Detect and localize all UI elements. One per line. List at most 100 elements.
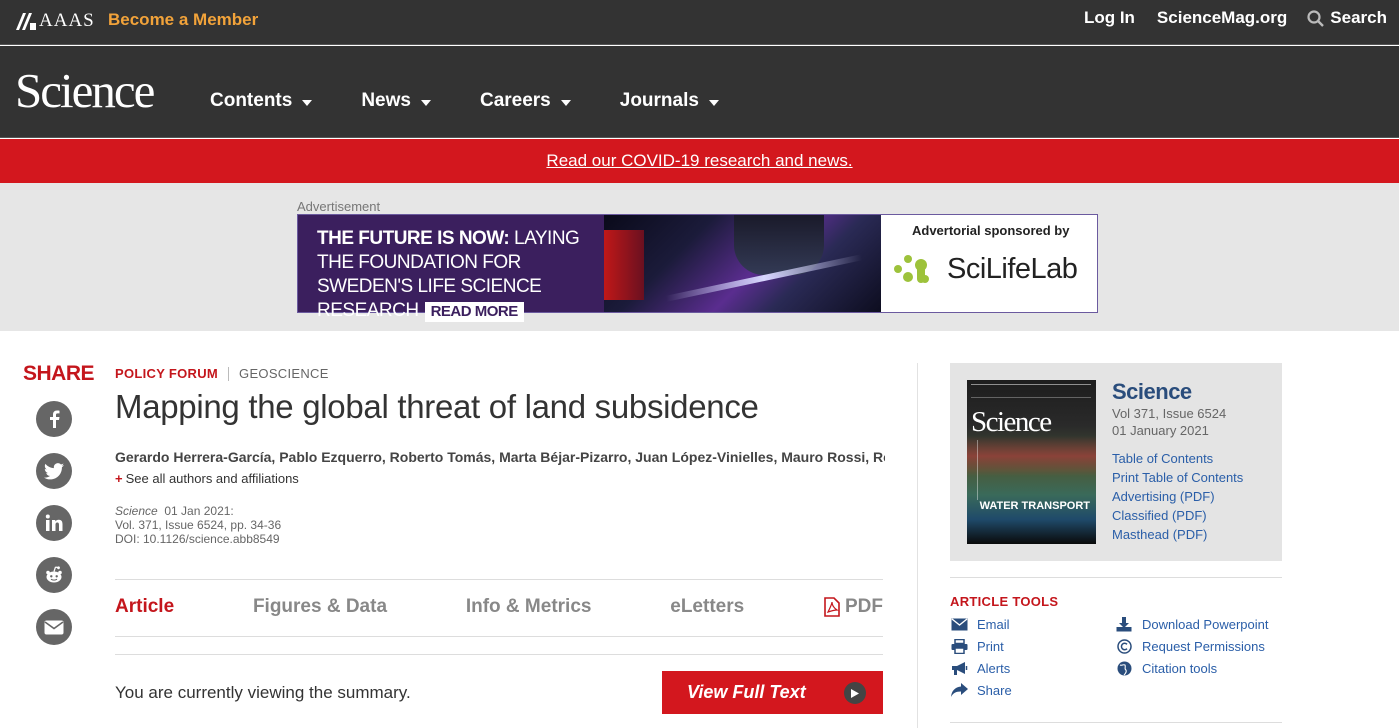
- tabs-divider-top: [115, 579, 883, 580]
- top-right-links: Log In ScienceMag.org Search: [1062, 8, 1387, 28]
- issue-journal-name[interactable]: Science: [1112, 379, 1192, 404]
- copyright-icon: [1115, 638, 1133, 654]
- tool-print-label: Print: [977, 638, 1004, 654]
- search-button[interactable]: Search: [1307, 8, 1387, 28]
- aaas-text: AAAS: [39, 10, 95, 31]
- citation-volume: Vol. 371, Issue 6524, pp. 34-36: [115, 518, 282, 532]
- tool-alerts[interactable]: Alerts: [950, 660, 1010, 676]
- category-divider: [228, 366, 230, 381]
- cover-headline: WATER TRANSPORT: [979, 500, 1090, 512]
- cover-title: Science: [971, 406, 1052, 438]
- article-tools-title: ARTICLE TOOLS: [950, 594, 1059, 609]
- tool-email-label: Email: [977, 616, 1010, 632]
- see-all-authors-link[interactable]: + See all authors and affiliations: [115, 471, 299, 486]
- tool-print[interactable]: Print: [950, 638, 1004, 654]
- aaas-logo[interactable]: AAAS: [16, 10, 95, 32]
- sciencemag-link[interactable]: ScienceMag.org: [1157, 8, 1287, 28]
- plus-icon: +: [115, 471, 123, 486]
- megaphone-icon: [950, 660, 968, 676]
- download-icon: [1115, 616, 1133, 632]
- share-facebook-button[interactable]: [36, 401, 72, 437]
- view-full-text-button[interactable]: View Full Text: [662, 671, 883, 714]
- become-member-link[interactable]: Become a Member: [108, 10, 258, 30]
- linkedin-icon: [45, 514, 63, 531]
- share-linkedin-button[interactable]: [36, 505, 72, 541]
- view-full-text-label: View Full Text: [687, 682, 806, 702]
- citation-doi: DOI: 10.1126/science.abb8549: [115, 532, 280, 546]
- tool-request-permissions[interactable]: Request Permissions: [1115, 638, 1265, 654]
- ad-read-more[interactable]: READ MORE: [424, 302, 524, 322]
- science-logo[interactable]: Science: [15, 66, 155, 115]
- article-category: POLICY FORUM GEOSCIENCE: [115, 366, 329, 381]
- column-divider: [917, 363, 918, 728]
- tab-figures-data[interactable]: Figures & Data: [253, 596, 387, 618]
- category-geoscience[interactable]: GEOSCIENCE: [239, 366, 329, 381]
- tool-download-powerpoint[interactable]: Download Powerpoint: [1115, 616, 1268, 632]
- tool-alerts-label: Alerts: [977, 660, 1011, 676]
- pdf-icon: [824, 597, 840, 617]
- tool-email[interactable]: Email: [950, 616, 1010, 632]
- issue-link-advertising[interactable]: Advertising (PDF): [1112, 487, 1243, 506]
- issue-link-classified[interactable]: Classified (PDF): [1112, 506, 1243, 525]
- tool-share-label: Share: [977, 682, 1012, 698]
- nav-contents-label: Contents: [210, 90, 293, 111]
- issue-date: 01 January 2021: [1112, 423, 1209, 438]
- tabs-divider-bottom: [115, 636, 883, 637]
- nav-careers[interactable]: Careers: [480, 90, 571, 112]
- ad-banner[interactable]: THE FUTURE IS NOW: LAYING THE FOUNDATION…: [297, 214, 1098, 322]
- issue-volume: Vol 371, Issue 6524: [1112, 406, 1227, 421]
- scilifelab-name: SciLifeLab: [947, 252, 1078, 285]
- aaas-mark-icon: [16, 12, 36, 30]
- ad-sponsor-text: Advertorial sponsored by: [912, 223, 1070, 238]
- ad-sponsor-panel: Advertorial sponsored by SciLifeLab: [881, 215, 1097, 312]
- sidebar-divider: [950, 577, 1282, 578]
- tool-share[interactable]: Share: [950, 682, 1012, 698]
- globe-icon: [1115, 660, 1133, 676]
- summary-divider: [115, 654, 883, 655]
- ad-label: Advertisement: [297, 199, 381, 214]
- category-policy-forum[interactable]: POLICY FORUM: [115, 366, 218, 381]
- login-link[interactable]: Log In: [1084, 8, 1135, 28]
- reddit-icon: [46, 566, 62, 583]
- ad-headline-bold: THE FUTURE IS NOW:: [317, 228, 510, 249]
- tool-citation-tools-label: Citation tools: [1142, 660, 1218, 676]
- issue-links: Table of Contents Print Table of Content…: [1112, 449, 1243, 544]
- issue-link-print-toc[interactable]: Print Table of Contents: [1112, 468, 1243, 487]
- nav-careers-label: Careers: [479, 90, 551, 111]
- nav-journals[interactable]: Journals: [620, 90, 719, 112]
- ad-microscope-image: [604, 215, 881, 312]
- article-title: Mapping the global threat of land subsid…: [115, 388, 759, 425]
- share-twitter-button[interactable]: [36, 453, 72, 489]
- covid-banner: Read our COVID-19 research and news.: [0, 139, 1399, 183]
- issue-link-masthead[interactable]: Masthead (PDF): [1112, 525, 1243, 544]
- current-issue-box: Science WATER TRANSPORT Science Vol 371,…: [950, 363, 1282, 561]
- covid-link[interactable]: Read our COVID-19 research and news.: [546, 151, 852, 170]
- tab-pdf[interactable]: PDF: [823, 596, 883, 618]
- share-email-button[interactable]: [36, 609, 72, 645]
- issue-link-toc[interactable]: Table of Contents: [1112, 449, 1243, 468]
- nav-items: Contents News Careers Journals: [210, 90, 768, 112]
- advertisement-area: Advertisement THE FUTURE IS NOW: LAYING …: [0, 183, 1399, 331]
- issue-cover-image[interactable]: Science WATER TRANSPORT: [967, 380, 1096, 544]
- tab-eletters[interactable]: eLetters: [670, 596, 744, 618]
- summary-notice: You are currently viewing the summary.: [115, 683, 411, 702]
- nav-news-label: News: [361, 90, 411, 111]
- see-all-authors-label: See all authors and affiliations: [125, 471, 299, 486]
- article-tabs: Article Figures & Data Info & Metrics eL…: [115, 596, 883, 618]
- nav-contents[interactable]: Contents: [210, 90, 313, 112]
- share-reddit-button[interactable]: [36, 557, 72, 593]
- tab-info-metrics[interactable]: Info & Metrics: [466, 596, 592, 618]
- chevron-down-icon: [560, 99, 571, 106]
- tab-article[interactable]: Article: [115, 596, 174, 618]
- ad-headline-panel: THE FUTURE IS NOW: LAYING THE FOUNDATION…: [298, 215, 604, 322]
- tool-request-permissions-label: Request Permissions: [1142, 638, 1265, 654]
- tab-pdf-label: PDF: [844, 596, 883, 617]
- nav-journals-label: Journals: [619, 90, 699, 111]
- nav-news[interactable]: News: [361, 90, 431, 112]
- scilifelab-dots-icon: [894, 255, 929, 283]
- tool-citation-tools[interactable]: Citation tools: [1115, 660, 1217, 676]
- chevron-down-icon: [420, 99, 431, 106]
- printer-icon: [950, 638, 968, 654]
- share-title: SHARE: [23, 362, 95, 385]
- citation-journal: Science: [115, 504, 158, 518]
